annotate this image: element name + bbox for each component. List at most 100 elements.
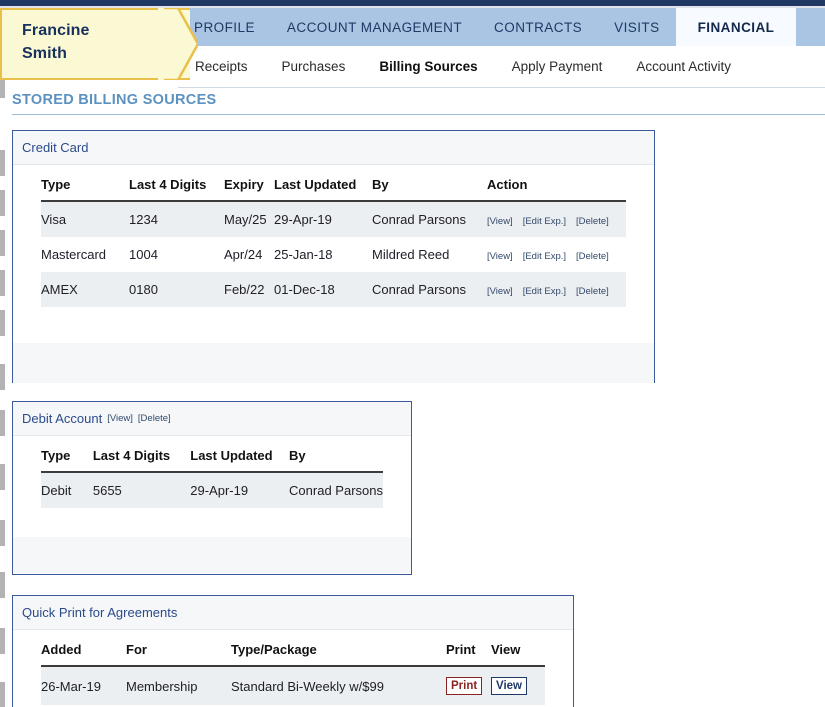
action-view[interactable]: [View]: [487, 286, 513, 297]
subtab-purchases[interactable]: Purchases: [265, 59, 363, 74]
cell-expiry: Apr/24: [224, 247, 263, 262]
subtab-apply-payment[interactable]: Apply Payment: [495, 59, 620, 74]
rail-tick: [0, 410, 5, 436]
column-header: Action: [487, 177, 528, 192]
action-delete[interactable]: [Delete]: [576, 216, 609, 227]
column-header: Expiry: [224, 177, 264, 192]
debit-account-table: Type Last 4 Digits Last Updated By Debit 565…: [41, 436, 383, 508]
credit-card-table-head: Type Last 4 Digits Expiry Last Updated By Act…: [41, 165, 626, 201]
table-row: Visa 1234 May/25 29-Apr-19 Conrad Parsons [Vi…: [41, 201, 626, 237]
cell-type: Debit: [41, 483, 72, 498]
tab-visits[interactable]: VISITS: [598, 8, 675, 46]
left-nav-rail: [0, 72, 7, 707]
credit-card-panel: Credit Card Type Last 4 Digits Expiry Last …: [12, 130, 655, 383]
action-delete[interactable]: [Delete]: [138, 413, 171, 424]
customer-name-first: Francine: [22, 22, 90, 39]
quick-print-panel-header: Quick Print for Agreements: [13, 596, 573, 630]
credit-card-panel-body: Type Last 4 Digits Expiry Last Updated By Act…: [13, 165, 654, 343]
cell-by: Conrad Parsons: [372, 282, 466, 297]
billing-sources-page: Francine Smith PROFILE ACCOUNT MANAGEMENT…: [0, 0, 825, 707]
quick-print-table: Added For Type/Package Print View 26-Mar-19 M…: [41, 630, 545, 705]
print-button[interactable]: Print: [446, 677, 483, 695]
quick-print-panel-body: Added For Type/Package Print View 26-Mar-19 M…: [13, 630, 573, 707]
subtab-billing-sources[interactable]: Billing Sources: [362, 59, 494, 74]
column-header: Print: [446, 642, 476, 657]
credit-card-table-body: Visa 1234 May/25 29-Apr-19 Conrad Parsons [Vi…: [41, 201, 626, 307]
cell-last4: 0180: [129, 282, 158, 297]
cell-last4: 1234: [129, 212, 158, 227]
rail-tick: [0, 520, 5, 546]
page-header: Francine Smith PROFILE ACCOUNT MANAGEMENT…: [0, 8, 825, 88]
cell-type: Visa: [41, 212, 67, 227]
cell-print: Print: [446, 666, 491, 705]
column-header: View: [491, 642, 521, 657]
column-header: Type/Package: [231, 642, 317, 657]
cell-type: AMEX: [41, 282, 78, 297]
cell-type_package: Standard Bi-Weekly w/$99: [231, 678, 384, 694]
tab-contracts[interactable]: CONTRACTS: [478, 8, 598, 46]
cell-last4: 1004: [129, 247, 158, 262]
action-edit-exp[interactable]: [Edit Exp.]: [523, 286, 566, 297]
cell-actions: [View] [Edit Exp.] [Delete]: [487, 272, 626, 307]
table-row: Mastercard 1004 Apr/24 25-Jan-18 Mildred Ree…: [41, 237, 626, 272]
credit-card-table: Type Last 4 Digits Expiry Last Updated By Act…: [41, 165, 626, 307]
column-header: By: [289, 448, 306, 463]
cell-last_updated: 01-Dec-18: [274, 282, 335, 297]
page-title: STORED BILLING SOURCES: [12, 92, 217, 108]
rail-tick: [0, 364, 5, 390]
column-header: Type: [41, 448, 71, 463]
column-header: By: [372, 177, 389, 192]
cell-by: Conrad Parsons: [372, 212, 466, 227]
rail-tick: [0, 270, 5, 296]
column-header: Last 4 Digits: [129, 177, 207, 192]
rail-tick: [0, 572, 5, 598]
customer-name: Francine Smith: [22, 19, 90, 65]
cell-by: Conrad Parsons: [289, 483, 383, 498]
action-delete[interactable]: [Delete]: [576, 251, 609, 262]
table-row: 26-Mar-19 Membership Standard Bi-Weekly w/…: [41, 666, 545, 705]
subtab-account-activity[interactable]: Account Activity: [619, 59, 748, 74]
table-row: AMEX 0180 Feb/22 01-Dec-18 Conrad Parsons [Vi…: [41, 272, 626, 307]
cell-expiry: May/25: [224, 212, 267, 227]
page-title-rule: [12, 114, 825, 115]
tab-account-management[interactable]: ACCOUNT MANAGEMENT: [271, 8, 478, 46]
cell-last_updated: 25-Jan-18: [274, 247, 333, 262]
main-tab-bar: PROFILE ACCOUNT MANAGEMENT CONTRACTS VISITS…: [178, 8, 825, 46]
table-row: Debit 5655 29-Apr-19 Conrad Parsons: [41, 472, 383, 508]
cell-actions: [View] [Edit Exp.] [Delete]: [487, 237, 626, 272]
debit-account-panel-header: Debit Account [View] [Delete]: [13, 402, 411, 436]
cell-type: Mastercard: [41, 247, 107, 262]
rail-tick: [0, 682, 5, 707]
column-header: Added: [41, 642, 82, 657]
cell-view: View: [491, 666, 545, 705]
view-button[interactable]: View: [491, 677, 527, 695]
column-header: Type: [41, 177, 71, 192]
action-view[interactable]: [View]: [107, 413, 133, 424]
debit-account-panel: Debit Account [View] [Delete] Type Last 4 …: [12, 401, 412, 575]
action-view[interactable]: [View]: [487, 251, 513, 262]
quick-print-panel: Quick Print for Agreements Added For Type/…: [12, 595, 574, 707]
customer-name-last: Smith: [22, 45, 67, 62]
debit-account-panel-body: Type Last 4 Digits Last Updated By Debit 565…: [13, 436, 411, 537]
rail-tick: [0, 310, 5, 336]
credit-card-header-row: Type Last 4 Digits Expiry Last Updated By Act…: [41, 165, 626, 201]
column-header: Last Updated: [190, 448, 273, 463]
action-view[interactable]: [View]: [487, 216, 513, 227]
quick-print-table-head: Added For Type/Package Print View: [41, 630, 545, 666]
tab-financial[interactable]: FINANCIAL: [675, 8, 797, 46]
cell-expiry: Feb/22: [224, 282, 265, 297]
credit-card-panel-header: Credit Card: [13, 131, 654, 165]
column-header: Last Updated: [274, 177, 357, 192]
cell-actions: [View] [Edit Exp.] [Delete]: [487, 201, 626, 237]
cell-by: Mildred Reed: [372, 247, 450, 262]
action-delete[interactable]: [Delete]: [576, 286, 609, 297]
debit-account-panel-footer: [13, 537, 411, 573]
credit-card-panel-title: Credit Card: [22, 140, 89, 155]
action-edit-exp[interactable]: [Edit Exp.]: [523, 251, 566, 262]
cell-for: Membership: [126, 678, 198, 694]
credit-card-panel-footer: [13, 343, 654, 383]
quick-print-header-row: Added For Type/Package Print View: [41, 630, 545, 666]
action-edit-exp[interactable]: [Edit Exp.]: [523, 216, 566, 227]
cell-added: 26-Mar-19: [41, 678, 101, 694]
rail-tick: [0, 464, 5, 490]
